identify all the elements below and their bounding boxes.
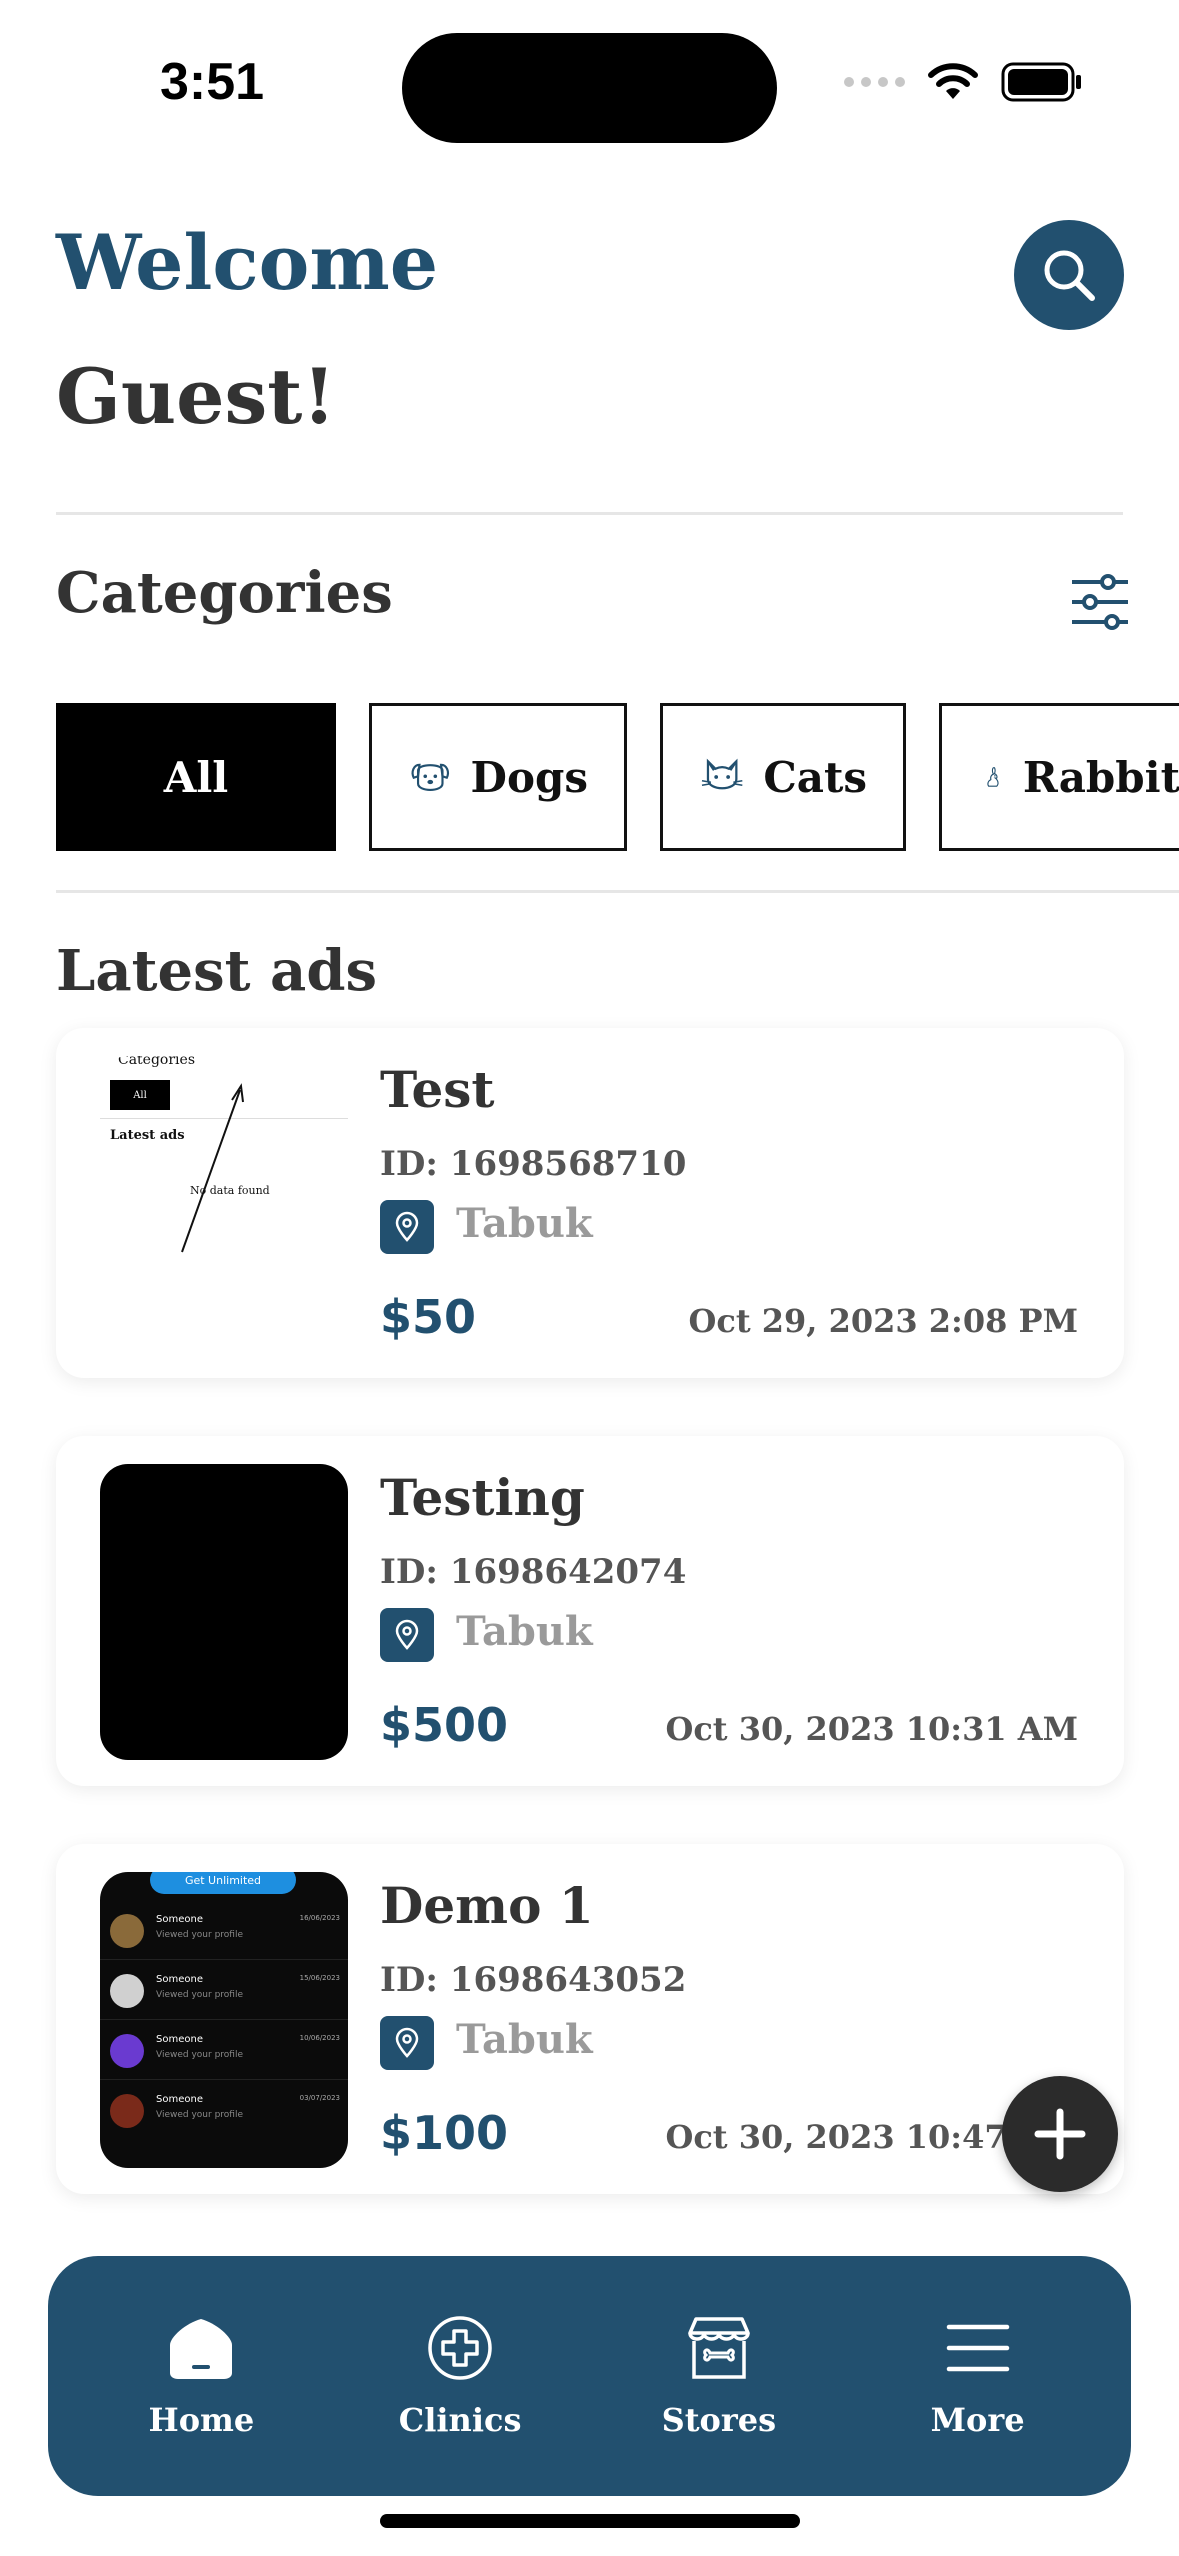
avatar: [110, 1974, 144, 2008]
mini-row-sub: Viewed your profile: [156, 1990, 243, 2000]
bottom-nav: Home Clinics Stores More: [48, 2256, 1131, 2496]
menu-icon: [946, 2324, 1009, 2372]
categories-divider: [56, 890, 1179, 893]
category-chip-rabbit[interactable]: Rabbit: [939, 703, 1179, 851]
ad-date: Oct 29, 2023 2:08 PM: [688, 1302, 1078, 1340]
latest-ads-title: Latest ads: [56, 938, 378, 1004]
ad-price: $500: [380, 1698, 509, 1752]
rabbit-icon: [987, 767, 999, 787]
mini-banner: Get Unlimited: [150, 1872, 296, 1894]
categories-title: Categories: [56, 560, 393, 626]
nav-label: Stores: [661, 2401, 777, 2439]
ad-id: ID: 1698642074: [380, 1552, 687, 1592]
dog-icon: [411, 763, 449, 792]
ad-id: ID: 1698568710: [380, 1144, 687, 1184]
ad-location: Tabuk: [456, 2016, 593, 2063]
mini-row-date: 10/06/2023: [299, 2034, 340, 2042]
mini-row: Someone Viewed your profile 16/06/2023: [100, 1900, 348, 1960]
ad-card[interactable]: Testing ID: 1698642074 Tabuk $500 Oct 30…: [56, 1436, 1124, 1786]
mini-row-sub: Viewed your profile: [156, 2050, 243, 2060]
cellular-signal-icon: [844, 77, 905, 87]
ad-price: $50: [380, 1290, 477, 1344]
nav-label: More: [930, 2401, 1025, 2439]
mini-row: Someone Viewed your profile 15/06/2023: [100, 1960, 348, 2020]
avatar: [110, 1914, 144, 1948]
mini-row-name: Someone: [156, 2034, 203, 2045]
category-chips: All Dogs Cats Rabbit: [56, 703, 1179, 851]
status-indicators: [844, 62, 1083, 102]
category-chip-dogs[interactable]: Dogs: [369, 703, 627, 851]
ad-location: Tabuk: [456, 1200, 593, 1247]
welcome-title: Welcome: [56, 218, 439, 307]
nav-item-clinics[interactable]: Clinics: [345, 2313, 575, 2439]
mini-row-sub: Viewed your profile: [156, 1930, 243, 1940]
ad-title: Testing: [380, 1468, 585, 1527]
clinic-plus-icon: [428, 2316, 492, 2380]
chip-label: Cats: [763, 752, 867, 802]
mini-row-name: Someone: [156, 2094, 203, 2105]
mini-row-date: 16/06/2023: [299, 1914, 340, 1922]
nav-label: Clinics: [398, 2401, 522, 2439]
home-icon: [170, 2319, 233, 2379]
mini-row-name: Someone: [156, 1914, 203, 1925]
search-icon: [1044, 250, 1095, 301]
mini-list: Someone Viewed your profile 16/06/2023 S…: [100, 1900, 348, 2140]
ad-card[interactable]: Categories All Latest ads No data found …: [56, 1028, 1124, 1378]
chip-label: All: [163, 752, 229, 802]
ad-location: Tabuk: [456, 1608, 593, 1655]
ad-thumbnail: [100, 1464, 348, 1760]
home-indicator[interactable]: [380, 2514, 800, 2528]
location-pin-icon: [380, 1200, 434, 1254]
nav-item-more[interactable]: More: [863, 2313, 1093, 2439]
header-divider: [56, 512, 1123, 515]
avatar: [110, 2034, 144, 2068]
ad-image-screenshot: Categories All Latest ads No data found: [100, 1056, 348, 1352]
search-button[interactable]: [1014, 220, 1124, 330]
nav-item-stores[interactable]: Stores: [604, 2313, 834, 2439]
mini-row-name: Someone: [156, 1974, 203, 1985]
add-ad-button[interactable]: [1002, 2076, 1118, 2192]
ad-price: $100: [380, 2106, 509, 2160]
arrow-annotation: [181, 1083, 244, 1253]
mini-row-date: 03/07/2023: [299, 2094, 340, 2102]
avatar: [110, 2094, 144, 2128]
ad-date: Oct 30, 2023 10:31 AM: [665, 1710, 1078, 1748]
category-chip-all[interactable]: All: [56, 703, 336, 851]
mini-row-sub: Viewed your profile: [156, 2110, 243, 2120]
plus-icon: [1034, 2108, 1086, 2160]
battery-icon: [1001, 62, 1081, 102]
location-pin-icon: [380, 1608, 434, 1662]
chip-label: Rabbit: [1022, 752, 1179, 802]
ad-thumbnail: Categories All Latest ads No data found: [100, 1056, 348, 1352]
dynamic-island: [402, 33, 777, 143]
cat-icon: [701, 758, 743, 790]
ad-thumbnail: Get Unlimited Someone Viewed your profil…: [100, 1872, 348, 2168]
ad-id: ID: 1698643052: [380, 1960, 687, 2000]
mini-row-date: 15/06/2023: [299, 1974, 340, 1982]
store-icon: [688, 2317, 750, 2379]
mini-row: Someone Viewed your profile 10/06/2023: [100, 2020, 348, 2080]
ad-card[interactable]: Get Unlimited Someone Viewed your profil…: [56, 1844, 1124, 2194]
ad-title: Demo 1: [380, 1876, 594, 1935]
nav-item-home[interactable]: Home: [86, 2313, 316, 2439]
category-chip-cats[interactable]: Cats: [660, 703, 906, 851]
ad-title: Test: [380, 1060, 495, 1119]
nav-label: Home: [148, 2401, 255, 2439]
filter-icon[interactable]: [1068, 570, 1132, 634]
guest-name: Guest!: [56, 352, 336, 441]
location-pin-icon: [380, 2016, 434, 2070]
mini-row: Someone Viewed your profile 03/07/2023: [100, 2080, 348, 2140]
wifi-icon: [928, 63, 978, 99]
chip-label: Dogs: [470, 752, 588, 802]
status-time: 3:51: [160, 53, 265, 111]
